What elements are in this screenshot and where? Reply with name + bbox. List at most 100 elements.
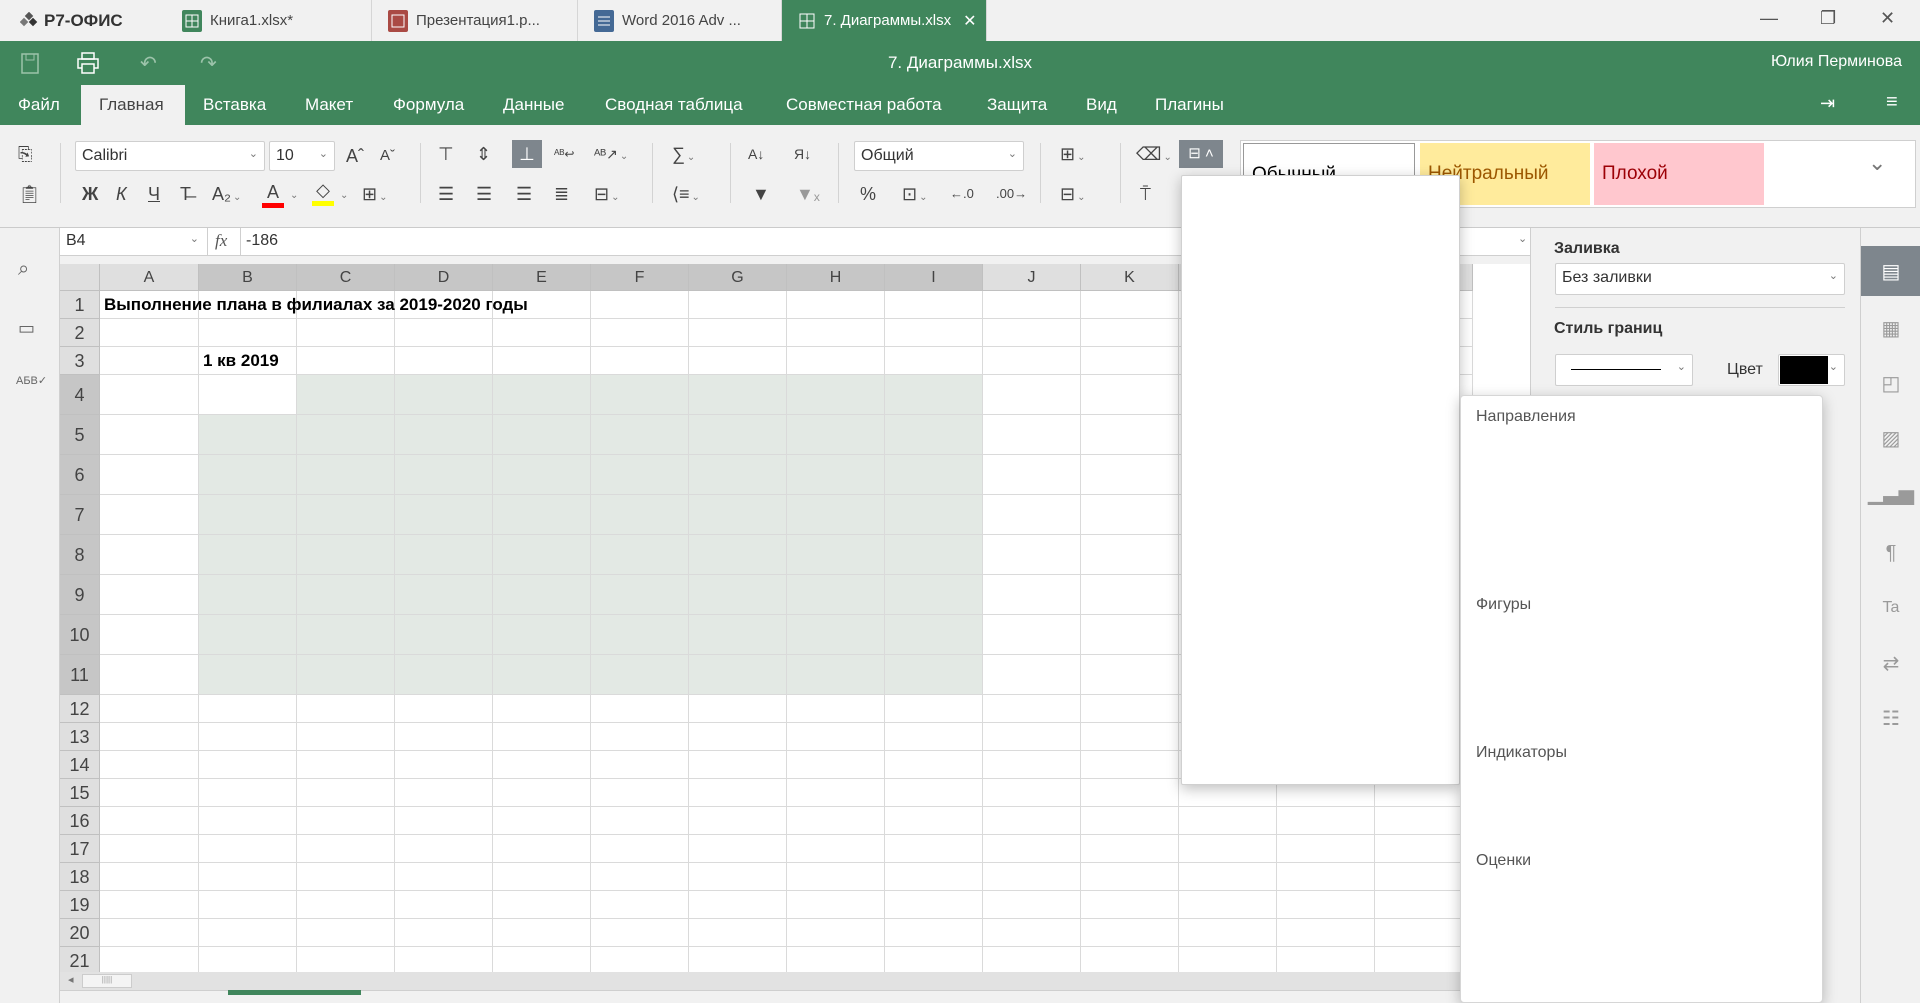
cell[interactable] — [983, 415, 1081, 455]
cell[interactable] — [689, 319, 787, 347]
chart-settings-icon[interactable]: ▁▃▅ — [1861, 468, 1920, 518]
cell[interactable] — [983, 779, 1081, 807]
cell[interactable] — [983, 495, 1081, 535]
row-header[interactable]: 20 — [60, 919, 100, 947]
cell[interactable] — [199, 535, 297, 575]
cell[interactable] — [885, 919, 983, 947]
cell[interactable] — [493, 615, 591, 655]
cell[interactable] — [395, 751, 493, 779]
row-header[interactable]: 2 — [60, 319, 100, 347]
cell[interactable] — [689, 779, 787, 807]
cell[interactable] — [395, 723, 493, 751]
cell[interactable] — [983, 835, 1081, 863]
column-header[interactable]: F — [591, 264, 689, 291]
cell[interactable] — [1081, 891, 1179, 919]
cell[interactable] — [1179, 947, 1277, 972]
row-header[interactable]: 19 — [60, 891, 100, 919]
cell[interactable] — [100, 495, 199, 535]
cell[interactable] — [493, 723, 591, 751]
cell[interactable] — [493, 455, 591, 495]
gallery-expand-icon[interactable]: ⌄ — [1868, 150, 1886, 176]
cell[interactable] — [787, 455, 885, 495]
fx-icon[interactable]: fx — [215, 231, 227, 251]
row-header[interactable]: 6 — [60, 455, 100, 495]
cell[interactable] — [493, 347, 591, 375]
cell[interactable] — [1179, 807, 1277, 835]
cell[interactable] — [493, 695, 591, 723]
cell[interactable] — [1081, 375, 1179, 415]
menu-collaboration[interactable]: Совместная работа — [768, 85, 960, 125]
cell[interactable] — [100, 655, 199, 695]
cell[interactable] — [1179, 919, 1277, 947]
cell[interactable] — [885, 947, 983, 972]
select-all-corner[interactable] — [60, 264, 100, 291]
slicer-settings-icon[interactable]: ☷ — [1861, 693, 1920, 743]
cell[interactable] — [395, 535, 493, 575]
cell[interactable] — [689, 695, 787, 723]
cell[interactable] — [100, 615, 199, 655]
cell[interactable] — [689, 891, 787, 919]
cell[interactable] — [1081, 415, 1179, 455]
cell[interactable] — [199, 615, 297, 655]
cell[interactable] — [493, 655, 591, 695]
cell[interactable] — [493, 779, 591, 807]
cell[interactable] — [885, 347, 983, 375]
merge-cells-icon[interactable]: ⊟ ⌄ — [594, 183, 619, 209]
clear-icon[interactable]: ⌫ ⌄ — [1136, 143, 1172, 169]
cell[interactable] — [689, 655, 787, 695]
cell[interactable] — [787, 863, 885, 891]
decrease-decimal-icon[interactable]: ←.0 — [950, 183, 974, 205]
cell[interactable] — [885, 863, 983, 891]
justify-icon[interactable]: ≣ — [554, 183, 569, 205]
cell[interactable] — [297, 807, 395, 835]
align-top-icon[interactable]: ⊤ — [438, 143, 454, 165]
cell[interactable] — [885, 695, 983, 723]
cell[interactable] — [983, 919, 1081, 947]
cell[interactable] — [100, 947, 199, 972]
cell[interactable] — [395, 835, 493, 863]
cell[interactable] — [395, 615, 493, 655]
cell[interactable] — [983, 695, 1081, 723]
cell[interactable] — [787, 891, 885, 919]
cell[interactable] — [199, 723, 297, 751]
cell[interactable] — [199, 319, 297, 347]
column-header[interactable]: H — [787, 264, 885, 291]
shape-settings-icon[interactable]: ◰ — [1861, 358, 1920, 408]
cell[interactable] — [787, 695, 885, 723]
cell[interactable] — [885, 655, 983, 695]
cell[interactable] — [395, 347, 493, 375]
text-orientation-icon[interactable]: ᴬᴮ↗ ⌄ — [594, 143, 628, 168]
cell[interactable] — [591, 835, 689, 863]
align-center-icon[interactable]: ☰ — [476, 183, 492, 205]
cell[interactable] — [689, 575, 787, 615]
sort-ascending-icon[interactable]: A↓ — [748, 143, 764, 165]
cell[interactable] — [199, 919, 297, 947]
menu-home[interactable]: Главная — [81, 85, 185, 125]
menu-data[interactable]: Данные — [485, 85, 582, 125]
cell[interactable] — [297, 947, 395, 972]
cell[interactable] — [591, 575, 689, 615]
clear-filter-icon[interactable]: ▼ₓ — [796, 183, 820, 205]
named-ranges-icon[interactable]: ⟨≡ ⌄ — [672, 183, 700, 209]
cell[interactable] — [689, 455, 787, 495]
decrease-font-icon[interactable]: Aˇ — [380, 145, 395, 167]
cell[interactable] — [100, 455, 199, 495]
filter-icon[interactable]: ▼ — [752, 183, 770, 205]
cell[interactable] — [1081, 495, 1179, 535]
row-header[interactable]: 14 — [60, 751, 100, 779]
align-left-icon[interactable]: ☰ — [438, 183, 454, 205]
cell[interactable] — [885, 723, 983, 751]
percent-icon[interactable]: % — [860, 183, 876, 205]
menu-view[interactable]: Вид — [1068, 85, 1135, 125]
cell[interactable] — [983, 535, 1081, 575]
close-tab-icon[interactable]: ✕ — [963, 11, 976, 31]
fill-color-icon[interactable]: ◇ — [312, 179, 334, 206]
cell[interactable] — [885, 495, 983, 535]
cell[interactable] — [297, 615, 395, 655]
cell[interactable] — [885, 319, 983, 347]
cell[interactable] — [1277, 835, 1375, 863]
cell[interactable] — [395, 695, 493, 723]
menu-plugins[interactable]: Плагины — [1137, 85, 1242, 125]
cell[interactable] — [787, 319, 885, 347]
menu-protection[interactable]: Защита — [969, 85, 1065, 125]
